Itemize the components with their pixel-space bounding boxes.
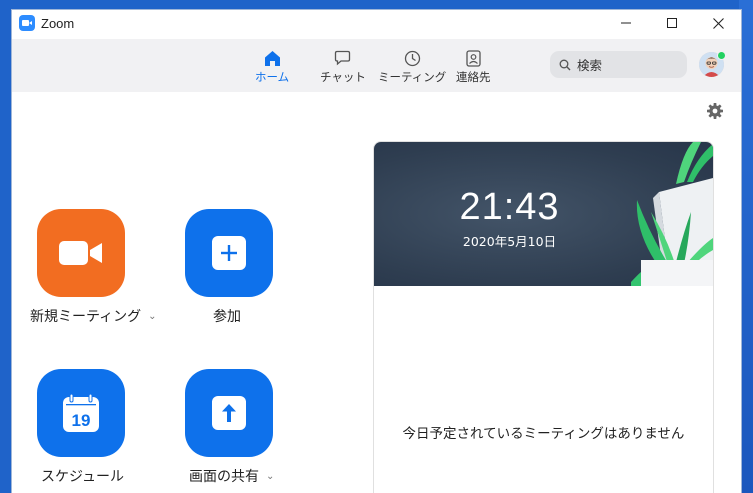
tab-contacts[interactable]: 連絡先: [456, 49, 491, 87]
share-screen-button[interactable]: [185, 369, 273, 457]
new-meeting-dropdown-chevron-icon[interactable]: ⌄: [148, 311, 156, 322]
schedule-label: スケジュール: [41, 466, 124, 486]
calendar-icon: 19: [63, 394, 99, 432]
online-status-badge: [717, 51, 726, 60]
schedule-button[interactable]: 19: [37, 369, 125, 457]
zoom-window: Zoom ホーム チャット ミーティング 連絡先 検索 新規ミーティング ⌄ 参…: [11, 9, 742, 493]
minimize-icon: [621, 22, 631, 24]
maximize-icon: [667, 18, 677, 28]
window-title: Zoom: [41, 15, 75, 31]
search-placeholder: 検索: [577, 58, 603, 73]
new-meeting-text: 新規ミーティング: [30, 309, 142, 325]
contacts-icon: [466, 49, 481, 67]
tab-chat-label: チャット: [320, 70, 366, 84]
video-camera-icon: [59, 241, 102, 265]
clock-banner: 21:43 2020年5月10日: [374, 142, 713, 286]
tab-contacts-label: 連絡先: [456, 70, 491, 84]
gear-icon: [707, 103, 723, 119]
tab-meetings-label: ミーティング: [378, 70, 447, 84]
share-screen-label: 画面の共有 ⌄: [189, 466, 274, 486]
join-label: 参加: [213, 306, 241, 326]
tab-chat[interactable]: チャット: [320, 49, 366, 87]
minimize-button[interactable]: [603, 10, 649, 36]
search-icon: [559, 59, 571, 71]
title-bar: Zoom: [12, 10, 741, 36]
plus-icon: [212, 236, 246, 270]
join-button[interactable]: [185, 209, 273, 297]
calendar-day-number: 19: [72, 411, 91, 430]
profile-avatar[interactable]: [699, 51, 726, 77]
schedule-text: スケジュール: [41, 469, 125, 485]
share-screen-icon: [212, 396, 246, 430]
settings-button[interactable]: [706, 102, 724, 120]
tab-home[interactable]: ホーム: [255, 49, 289, 87]
upcoming-meetings-card: 21:43 2020年5月10日 今日予定されているミーティングはありません: [373, 141, 714, 493]
current-time: 21:43: [459, 186, 560, 228]
join-text: 参加: [213, 309, 241, 325]
share-screen-text: 画面の共有: [189, 469, 259, 485]
maximize-button[interactable]: [649, 10, 695, 36]
close-icon: [712, 17, 724, 29]
zoom-app-icon: [19, 15, 35, 31]
search-input[interactable]: 検索: [550, 51, 687, 78]
top-navigation-bar: ホーム チャット ミーティング 連絡先 検索: [12, 39, 741, 92]
clock-icon: [404, 49, 421, 67]
new-meeting-label: 新規ミーティング ⌄: [30, 306, 157, 326]
close-button[interactable]: [695, 10, 741, 36]
new-meeting-button[interactable]: [37, 209, 125, 297]
plant-illustration: [631, 142, 713, 286]
no-meetings-message: 今日予定されているミーティングはありません: [402, 426, 685, 442]
share-screen-dropdown-chevron-icon[interactable]: ⌄: [266, 471, 274, 482]
current-date: 2020年5月10日: [462, 234, 557, 249]
home-icon: [264, 49, 281, 67]
chat-icon: [334, 49, 351, 67]
window-controls: [603, 10, 741, 36]
tab-meetings[interactable]: ミーティング: [378, 49, 446, 87]
tab-home-label: ホーム: [255, 70, 290, 84]
